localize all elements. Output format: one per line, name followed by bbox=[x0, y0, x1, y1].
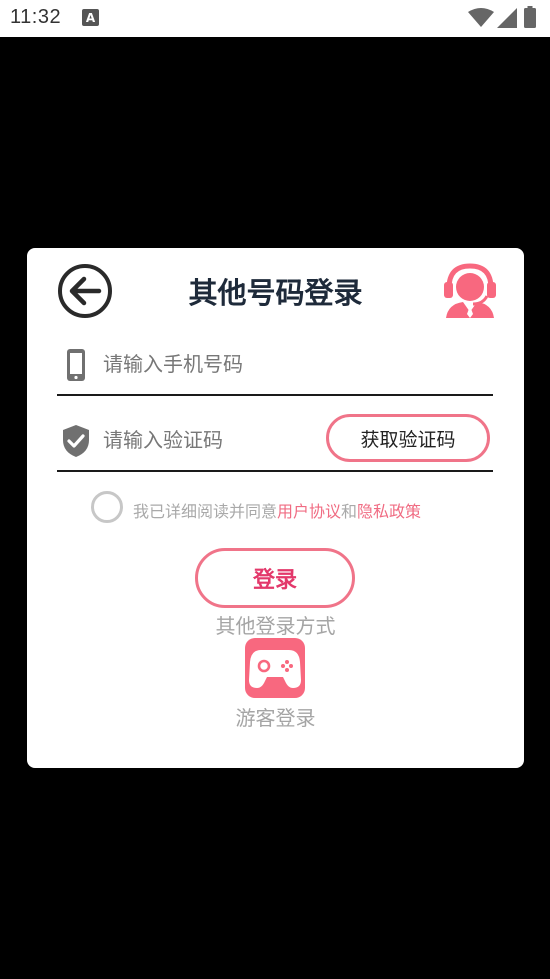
guest-login-button[interactable] bbox=[245, 638, 305, 698]
app-notification-icon: A bbox=[82, 9, 99, 26]
other-login-methods-label: 其他登录方式 bbox=[215, 614, 336, 638]
svg-text:A: A bbox=[86, 11, 96, 25]
agreement-row: 我已详细阅读并同意用户协议和隐私政策 bbox=[91, 490, 511, 530]
agreement-conjunction: 和 bbox=[341, 502, 358, 521]
agreement-text: 我已详细阅读并同意用户协议和隐私政策 bbox=[133, 498, 421, 522]
phone-input[interactable] bbox=[103, 346, 323, 382]
verification-code-field: 获取验证码 bbox=[57, 414, 493, 472]
customer-service-icon[interactable] bbox=[443, 262, 497, 318]
guest-login-label: 游客登录 bbox=[235, 706, 316, 730]
privacy-policy-link[interactable]: 隐私政策 bbox=[357, 502, 421, 521]
agreement-checkbox[interactable] bbox=[91, 491, 123, 523]
user-agreement-link[interactable]: 用户协议 bbox=[277, 502, 341, 521]
mobile-phone-icon bbox=[67, 349, 85, 381]
status-bar: 11:32 A bbox=[0, 0, 550, 37]
agreement-prefix: 我已详细阅读并同意 bbox=[133, 502, 278, 521]
login-dialog: 其他号码登录 获取验证码 我已详细阅读并同意用户协议和隐私政策 登录 bbox=[27, 248, 524, 768]
phone-field bbox=[57, 340, 493, 396]
shield-check-icon bbox=[63, 425, 89, 457]
verification-code-input[interactable] bbox=[103, 422, 323, 458]
gamepad-icon bbox=[249, 650, 301, 688]
login-button[interactable]: 登录 bbox=[195, 548, 355, 608]
battery-icon bbox=[524, 6, 536, 28]
get-code-button[interactable]: 获取验证码 bbox=[326, 414, 490, 462]
status-time: 11:32 bbox=[10, 6, 62, 28]
wifi-icon bbox=[468, 8, 494, 27]
signal-icon bbox=[497, 8, 517, 28]
